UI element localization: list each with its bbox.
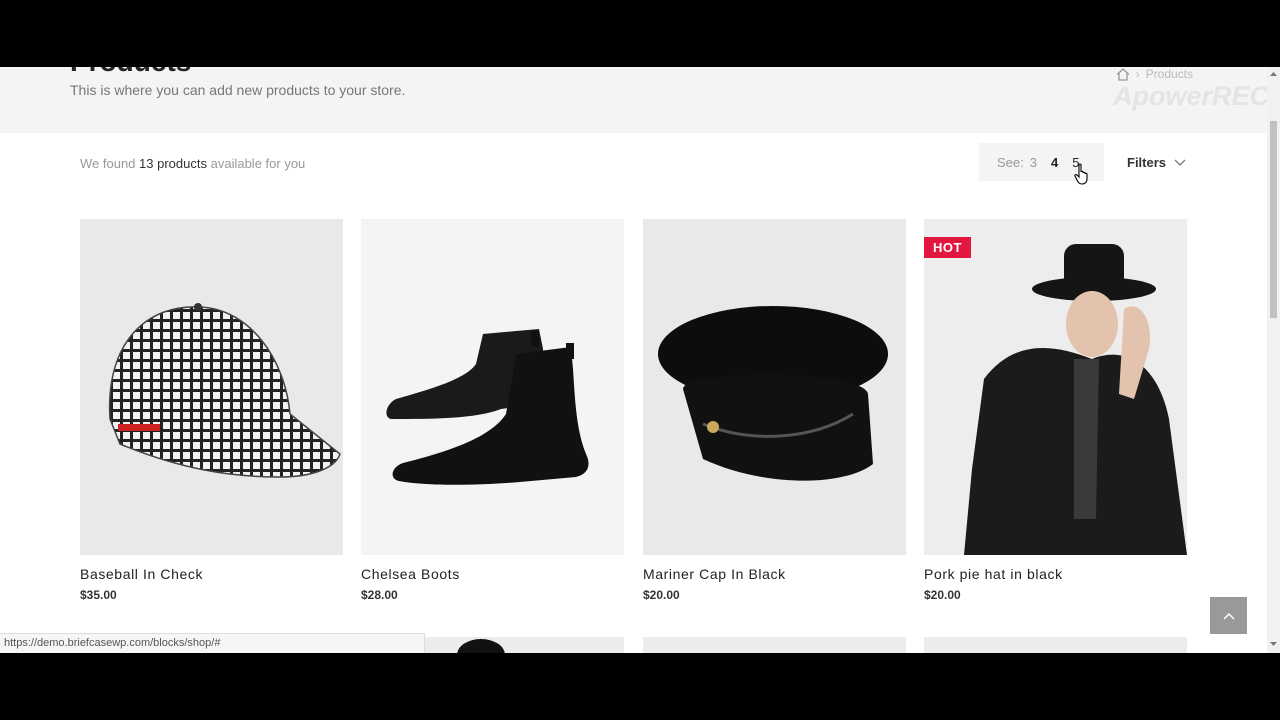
scroll-down-arrow-icon[interactable] <box>1270 641 1277 647</box>
found-count: 13 products <box>139 156 207 171</box>
filters-label: Filters <box>1127 155 1167 170</box>
scroll-to-top-button[interactable] <box>1210 597 1247 634</box>
page-subtitle: This is where you can add new products t… <box>70 82 406 98</box>
browser-viewport: Products This is where you can add new p… <box>0 67 1280 653</box>
page-title: Products <box>70 67 191 79</box>
home-icon[interactable] <box>1116 67 1130 81</box>
product-image-pork-pie-hat[interactable]: HOT <box>924 219 1187 555</box>
product-image-mariner-cap[interactable] <box>643 219 906 555</box>
page-header: Products This is where you can add new p… <box>0 67 1280 133</box>
found-suffix: available for you <box>210 156 306 171</box>
product-card[interactable]: Baseball In Check $35.00 <box>80 219 343 602</box>
product-image-baseball-cap[interactable] <box>80 219 343 555</box>
hot-badge: HOT <box>924 237 971 258</box>
product-price: $35.00 <box>80 588 117 602</box>
product-card[interactable]: HOT Pork pie hat in black $20.00 <box>924 219 1187 602</box>
columns-option-4[interactable]: 4 <box>1051 155 1058 170</box>
breadcrumb-current: Products <box>1145 67 1193 81</box>
product-card-row2[interactable] <box>924 637 1187 653</box>
product-image-chelsea-boots[interactable] <box>361 219 624 555</box>
columns-option-3[interactable]: 3 <box>1030 155 1037 170</box>
filters-toggle[interactable]: Filters <box>1127 155 1186 170</box>
product-price: $20.00 <box>924 588 961 602</box>
chevron-down-icon <box>1174 159 1186 166</box>
product-card[interactable]: Chelsea Boots $28.00 <box>361 219 624 602</box>
recorder-watermark: ApowerREC <box>1113 81 1270 111</box>
hand-cursor-icon <box>1074 163 1090 190</box>
scroll-up-arrow-icon[interactable] <box>1270 71 1277 77</box>
chevron-up-icon <box>1222 612 1235 620</box>
product-card-row2[interactable] <box>643 637 906 653</box>
product-name[interactable]: Chelsea Boots <box>361 566 624 582</box>
product-name[interactable]: Baseball In Check <box>80 566 343 582</box>
product-card[interactable]: Mariner Cap In Black $20.00 <box>643 219 906 602</box>
breadcrumb: › Products <box>1116 67 1193 81</box>
product-price: $28.00 <box>361 588 398 602</box>
vertical-scrollbar[interactable] <box>1267 67 1280 653</box>
product-name[interactable]: Pork pie hat in black <box>924 566 1187 582</box>
chevron-right-icon: › <box>1135 67 1140 81</box>
found-prefix: We found <box>80 156 136 171</box>
see-label: See: <box>997 154 1024 170</box>
scrollbar-thumb[interactable] <box>1270 121 1277 318</box>
product-price: $20.00 <box>643 588 680 602</box>
product-name[interactable]: Mariner Cap In Black <box>643 566 906 582</box>
results-count: We found 13 products available for you <box>80 156 305 171</box>
status-bar-url: https://demo.briefcasewp.com/blocks/shop… <box>0 633 425 653</box>
